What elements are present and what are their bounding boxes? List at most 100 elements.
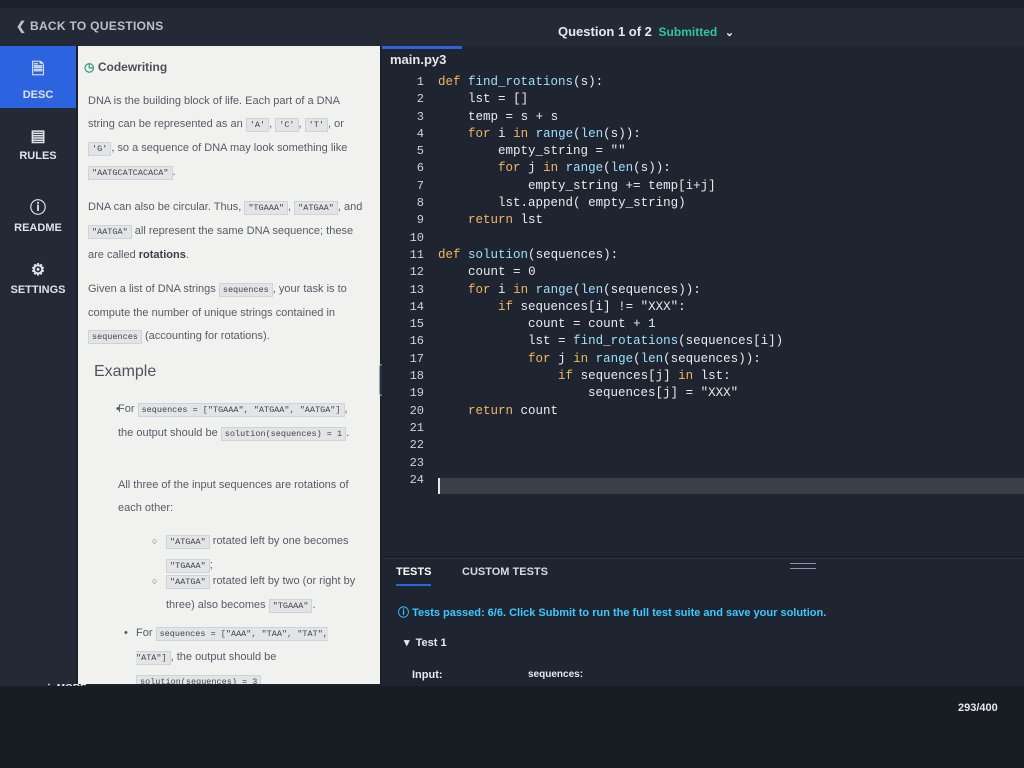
code-snippet: sequences — [218, 283, 273, 297]
line-number: 17 — [409, 351, 424, 366]
code-line[interactable]: count = 0 — [438, 264, 783, 281]
sidebar-item-readme[interactable]: ⓘ README — [0, 194, 76, 234]
code-line[interactable]: count = count + 1 — [438, 316, 783, 333]
code-line[interactable] — [438, 472, 783, 489]
text: For — [118, 403, 135, 415]
list-icon: ▤ — [30, 128, 46, 145]
text: , — [327, 118, 332, 130]
code-line[interactable] — [438, 437, 783, 454]
line-number: 10 — [409, 230, 424, 245]
footer-bar: 293/400 — [0, 686, 1024, 768]
code-snippet: solution(sequences) = 3 — [136, 675, 262, 684]
line-number: 9 — [416, 213, 424, 228]
line-number: 24 — [409, 472, 424, 487]
code-line[interactable] — [438, 455, 783, 472]
code-line[interactable]: for i in range(len(s)): — [438, 126, 783, 143]
code-snippet: "TGAAA" — [244, 201, 289, 215]
example-1-note: All three of the input sequences are rot… — [118, 479, 349, 514]
code-snippet: sequences = ["TGAAA", "ATGAA", "AATGA"] — [137, 403, 345, 417]
code-line[interactable]: for i in range(len(sequences)): — [438, 282, 783, 299]
description-panel: ◷ Codewriting DNA is the building block … — [78, 46, 380, 684]
line-number: 15 — [409, 317, 424, 332]
code-snippet: 'G' — [88, 142, 112, 156]
code-line[interactable]: lst = [] — [438, 91, 783, 108]
code-line[interactable]: def solution(sequences): — [438, 247, 783, 264]
line-number: 23 — [409, 455, 424, 470]
description-paragraph-1: DNA is the building block of life. Each … — [88, 90, 368, 185]
line-number: 11 — [409, 247, 424, 262]
code-line[interactable]: lst.append( empty_string) — [438, 195, 783, 212]
code-line[interactable]: return lst — [438, 212, 783, 229]
code-line[interactable]: if sequences[j] in lst: — [438, 368, 783, 385]
code-line[interactable]: empty_string = "" — [438, 143, 783, 160]
code-line[interactable]: lst = find_rotations(sequences[i]) — [438, 333, 783, 350]
sidebar-item-settings[interactable]: ⚙ SETTINGS — [0, 260, 76, 296]
sidebar-item-rules[interactable]: ▤ RULES — [0, 126, 76, 162]
code-snippet: sequences — [88, 330, 142, 344]
text: . — [312, 599, 316, 611]
tab-custom-tests[interactable]: CUSTOM TESTS — [462, 566, 548, 578]
sidebar-item-label: RULES — [19, 150, 57, 162]
tab-tests[interactable]: TESTS — [396, 566, 432, 586]
back-to-questions-button[interactable]: ❮ BACK TO QUESTIONS — [16, 19, 164, 33]
line-number: 4 — [416, 126, 424, 141]
line-number: 5 — [416, 144, 424, 159]
code-line[interactable]: for j in range(len(s)): — [438, 160, 783, 177]
code-line[interactable]: return count — [438, 403, 783, 420]
drag-handle-icon[interactable] — [790, 563, 816, 569]
code-lines[interactable]: def find_rotations(s): lst = [] temp = s… — [438, 74, 783, 489]
code-snippet: 'C' — [275, 118, 299, 132]
question-label: Question 1 of 2 — [558, 24, 652, 39]
code-line[interactable]: if sequences[i] != "XXX": — [438, 299, 783, 316]
question-selector[interactable]: Question 1 of 2 Submitted ⌄ — [558, 24, 734, 39]
text: , and — [337, 201, 363, 213]
description-paragraph-2: DNA can also be circular. Thus, "TGAAA",… — [88, 196, 368, 267]
back-label: BACK TO QUESTIONS — [30, 19, 164, 33]
example-2: For sequences = ["AAA", "TAA", "TAT", "A… — [136, 622, 364, 684]
line-number: 8 — [416, 196, 424, 211]
text: Given a list of DNA strings — [88, 283, 216, 295]
test-1-toggle[interactable]: ▾ Test 1 — [404, 636, 447, 649]
text: or — [334, 118, 344, 130]
tests-passed-text: Tests passed: 6/6. Click Submit to run t… — [412, 607, 827, 619]
line-number: 19 — [409, 386, 424, 401]
line-number: 16 — [409, 334, 424, 349]
code-snippet: "AATGCATCACACA" — [88, 166, 173, 180]
line-number: 12 — [409, 265, 424, 280]
text: (accounting for rotations). — [144, 330, 270, 342]
example-1-sub-2: "AATGA" rotated left by two (or right by… — [166, 570, 364, 618]
sidebar-item-desc[interactable]: 🗎 DESC — [0, 46, 76, 108]
line-number: 21 — [409, 420, 424, 435]
code-line[interactable]: empty_string += temp[i+j] — [438, 178, 783, 195]
document-icon: 🗎 — [31, 61, 45, 78]
description-paragraph-3: Given a list of DNA strings sequences, y… — [88, 278, 368, 349]
bullet: ○ — [152, 536, 158, 546]
line-number: 2 — [416, 92, 424, 107]
text: DNA can also be circular. Thus, — [88, 201, 242, 213]
test-1-label: Test 1 — [415, 637, 447, 649]
example-1: For sequences = ["TGAAA", "ATGAA", "AATG… — [118, 398, 358, 446]
text: , — [298, 118, 302, 130]
text: For — [136, 627, 153, 639]
submitted-status: Submitted — [658, 25, 718, 39]
code-snippet: "ATGAA" — [166, 535, 210, 549]
task-type-label: Codewriting — [97, 60, 168, 74]
line-number: 20 — [409, 403, 424, 418]
code-snippet: "TGAAA" — [268, 599, 313, 613]
code-line[interactable] — [438, 230, 783, 247]
bold-text: rotations — [138, 249, 186, 261]
input-label: Input: — [412, 669, 443, 681]
code-line[interactable] — [438, 420, 783, 437]
code-editor[interactable]: main.py3 1 2 3 4 5 6 7 8 9 10 11 12 13 14 15 16 17 18 19 20… — [382, 46, 1024, 556]
code-line[interactable]: def find_rotations(s): — [438, 74, 783, 91]
code-line[interactable]: for j in range(len(sequences)): — [438, 351, 783, 368]
line-number: 18 — [409, 369, 424, 384]
file-tab[interactable]: main.py3 — [390, 52, 446, 67]
line-number: 1 — [416, 75, 424, 89]
bullet: ○ — [152, 576, 158, 586]
chevron-down-icon: ⌄ — [724, 27, 735, 39]
code-line[interactable]: temp = s + s — [438, 109, 783, 126]
code-line[interactable]: sequences[j] = "XXX" — [438, 385, 783, 402]
code-snippet: "AATGA" — [88, 225, 132, 239]
code-snippet: 'A' — [245, 118, 270, 132]
